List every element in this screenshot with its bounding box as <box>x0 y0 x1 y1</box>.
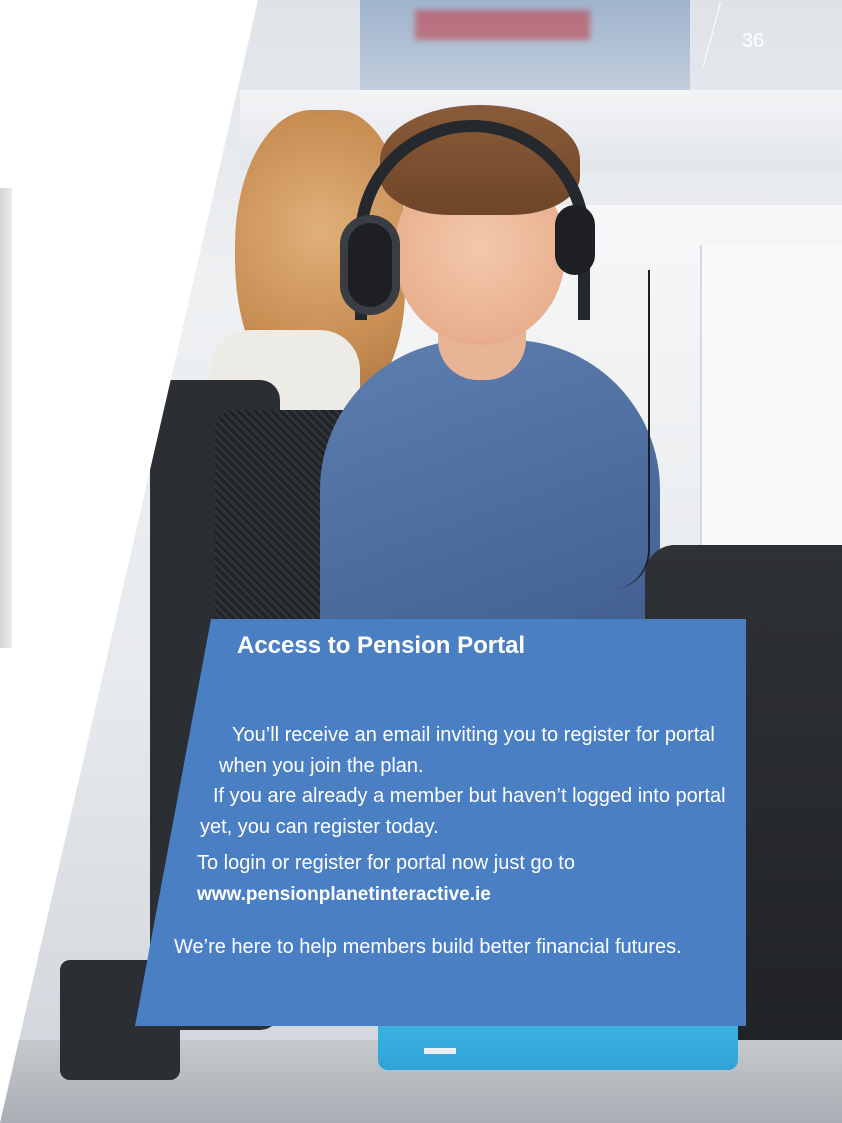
headset-cable <box>588 270 650 590</box>
info-login-text: To login or register for portal now just… <box>197 852 575 874</box>
page-number: 36 <box>742 30 765 52</box>
photo-chair-tag <box>424 1048 456 1054</box>
info-panel-title: Access to Pension Portal <box>237 632 526 659</box>
headset-earcup-right <box>555 205 595 275</box>
info-panel: Access to Pension Portal You’ll receive … <box>135 619 746 1026</box>
page: 36 Access to Pension Portal You’ll recei… <box>0 0 842 1123</box>
left-shadow-panel <box>0 188 12 648</box>
photo-cubicle-wall-right <box>700 245 842 575</box>
headset-earcup-left <box>340 215 400 315</box>
info-paragraph-existing-member: If you are already a member but haven’t … <box>200 785 726 838</box>
info-paragraph-mission: We’re here to help members build better … <box>174 936 682 958</box>
photo-window-sign <box>415 10 590 40</box>
info-paragraph-login: To login or register for portal now just… <box>187 848 737 910</box>
info-paragraph-register: You’ll receive an email inviting you to … <box>219 724 715 777</box>
portal-link[interactable]: www.pensionplanetinteractive.ie <box>187 879 737 910</box>
